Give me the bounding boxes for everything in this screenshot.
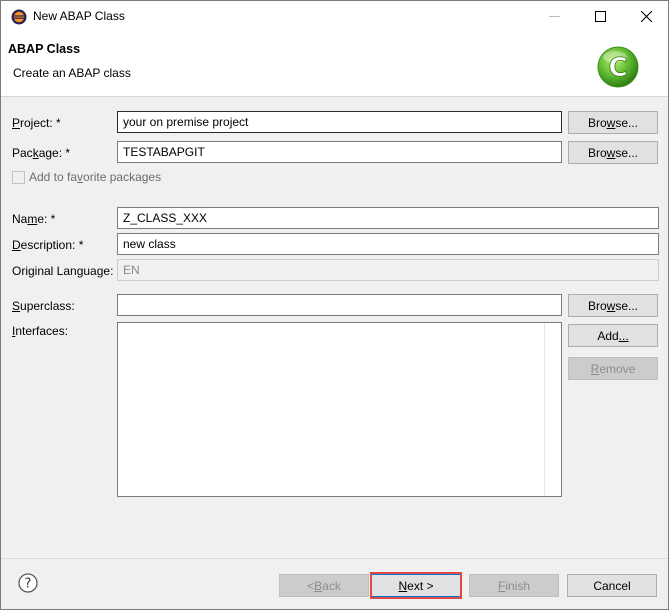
svg-text:?: ? xyxy=(25,577,32,592)
footer-separator xyxy=(1,558,668,559)
project-label: Project: * xyxy=(12,116,61,130)
remove-interface-button: Remove xyxy=(568,357,658,380)
project-field[interactable]: your on premise project xyxy=(117,111,562,133)
minimize-icon xyxy=(548,16,560,17)
favorites-checkbox-label: Add to favorite packages xyxy=(29,170,162,184)
interfaces-list-divider xyxy=(544,323,545,496)
back-button: < Back xyxy=(279,574,369,597)
maximize-button[interactable] xyxy=(577,1,623,32)
cancel-button[interactable]: Cancel xyxy=(567,574,657,597)
window-title: New ABAP Class xyxy=(33,9,125,23)
close-icon xyxy=(640,11,652,22)
help-icon[interactable]: ? xyxy=(18,573,38,593)
interfaces-list[interactable] xyxy=(117,322,562,497)
browse-project-button[interactable]: Bro w se... xyxy=(568,111,658,134)
logo-letter: C xyxy=(608,53,627,83)
description-label: Description: * xyxy=(12,238,84,252)
package-label: Package: * xyxy=(12,146,71,160)
browse-package-button[interactable]: Bro w se... xyxy=(568,141,658,164)
interfaces-label: Interfaces: xyxy=(12,324,69,338)
favorites-checkbox-box[interactable] xyxy=(12,170,25,184)
add-interface-button[interactable]: Add... xyxy=(568,324,658,347)
close-button[interactable] xyxy=(623,1,669,32)
page-subtitle: Create an ABAP class xyxy=(13,66,131,80)
wizard-banner: ABAP Class Create an ABAP class C xyxy=(1,32,668,97)
original-language-label: Original Language: xyxy=(12,264,114,278)
original-language-field: EN xyxy=(117,259,659,281)
name-field[interactable]: Z_CLASS_XXX xyxy=(117,207,659,229)
new-abap-class-dialog: New ABAP Class ABAP Class Create an ABAP… xyxy=(0,0,669,610)
finish-button: Finish xyxy=(469,574,559,597)
title-bar[interactable]: New ABAP Class xyxy=(1,1,668,32)
superclass-field[interactable] xyxy=(117,294,562,316)
add-to-favorites-checkbox[interactable]: Add to favorite packages xyxy=(12,170,161,184)
eclipse-app-icon xyxy=(11,9,27,25)
package-field[interactable]: TESTABAPGIT xyxy=(117,141,562,163)
minimize-button[interactable] xyxy=(531,1,577,32)
maximize-icon xyxy=(594,11,606,22)
next-button-highlight xyxy=(370,572,462,599)
superclass-label: Superclass: xyxy=(12,299,75,313)
name-label: Name: * xyxy=(12,212,56,226)
browse-superclass-button[interactable]: Bro w se... xyxy=(568,294,658,317)
description-field[interactable]: new class xyxy=(117,233,659,255)
page-title: ABAP Class xyxy=(8,42,81,56)
abap-class-logo-icon: C xyxy=(597,46,639,88)
